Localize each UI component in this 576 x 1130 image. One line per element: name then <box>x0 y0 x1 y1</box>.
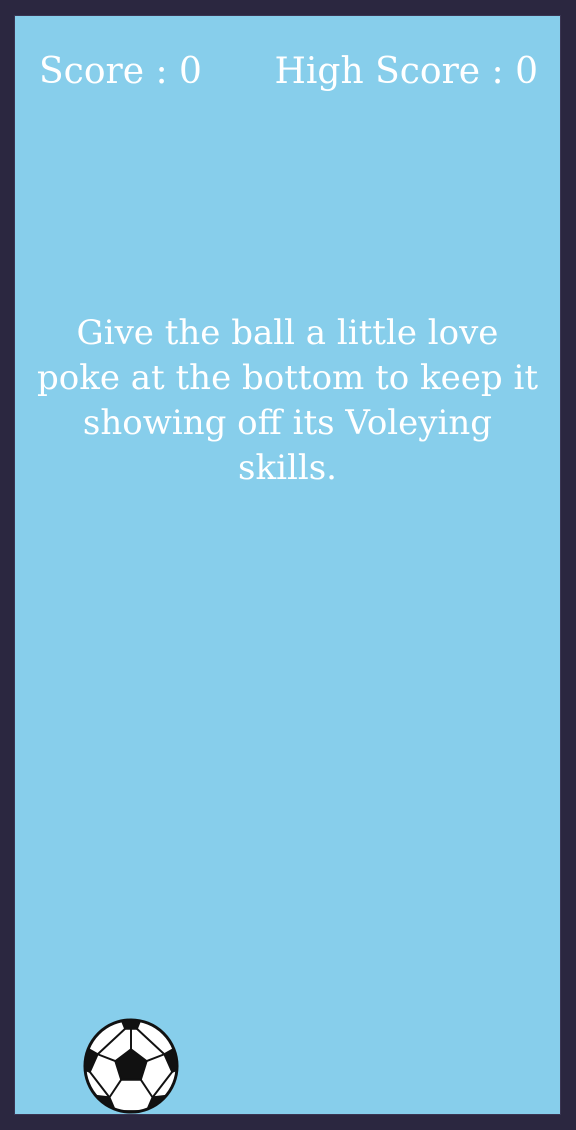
high-score-label: High Score : 0 <box>274 51 538 92</box>
game-frame: Score : 0 High Score : 0 Give the ball a… <box>0 0 576 1130</box>
score-label: Score : 0 <box>39 51 202 92</box>
soccer-ball-icon[interactable] <box>82 1017 180 1114</box>
game-area[interactable]: Score : 0 High Score : 0 Give the ball a… <box>15 16 560 1114</box>
instructions-text: Give the ball a little love poke at the … <box>37 313 538 488</box>
